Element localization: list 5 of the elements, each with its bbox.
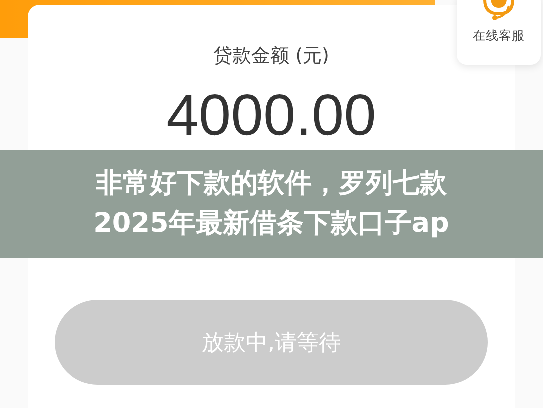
banner-title-line: 非常好下款的软件，罗列七款: [96, 167, 447, 201]
customer-service-button[interactable]: 在线客服: [457, 0, 541, 65]
banner-title-line: 2025年最新借条下款口子ap: [94, 207, 450, 241]
loan-amount: 4000.00: [166, 87, 376, 145]
loan-amount-label: 贷款金额 (元): [214, 44, 330, 69]
